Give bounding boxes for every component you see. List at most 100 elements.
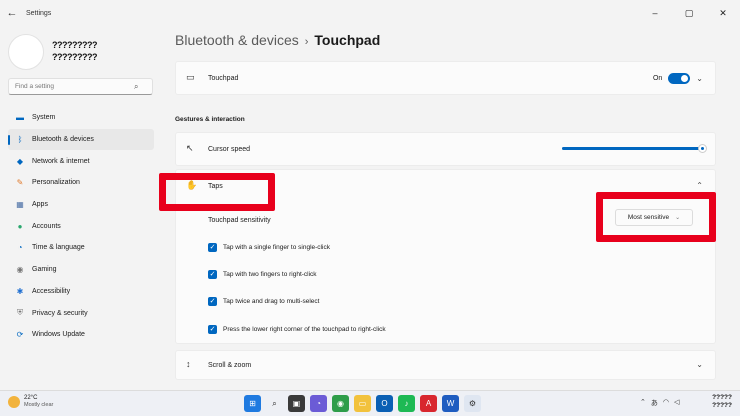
weather-temp: 22°C: [24, 395, 38, 401]
wifi-tray-icon[interactable]: ◠: [663, 398, 669, 408]
search-icon[interactable]: ⌕: [134, 82, 138, 92]
search-box: ⌕: [8, 78, 153, 95]
sensitivity-label: Touchpad sensitivity: [208, 217, 271, 224]
chat-icon[interactable]: ◔: [310, 395, 327, 412]
weather-widget[interactable]: 22°C Mostly clear: [8, 395, 53, 409]
toggle-state-label: On: [652, 75, 663, 82]
start-icon[interactable]: ⊞: [244, 395, 261, 412]
scroll-zoom-card[interactable]: ↕ Scroll & zoom ⌄: [175, 350, 716, 380]
weather-condition: Mostly clear: [24, 402, 54, 408]
touchpad-toggle[interactable]: [668, 73, 691, 84]
chevron-down-icon[interactable]: ⌄: [696, 74, 703, 83]
sidebar-item-windows-update[interactable]: ⟳ Windows Update: [8, 324, 154, 346]
outlook-icon[interactable]: O: [376, 395, 393, 412]
cursor-speed-label: Cursor speed: [208, 146, 251, 153]
chrome-icon[interactable]: ◉: [332, 395, 349, 412]
taskbar: 22°C Mostly clear ⊞ ⌕ ▣ ◔ ◉ ▭ O ♪ A W ⚙ …: [0, 390, 740, 416]
brush-icon: ✎: [16, 178, 24, 188]
back-arrow-icon: ←: [6, 7, 18, 19]
close-button[interactable]: ✕: [706, 0, 740, 26]
profile-name: ????????? ?????????: [52, 39, 97, 63]
volume-icon[interactable]: ◁: [674, 398, 679, 408]
weather-moon-icon: [8, 396, 20, 408]
touchpad-label: Touchpad: [208, 75, 239, 82]
breadcrumb-separator-icon: ›: [304, 36, 309, 48]
system-icon: ▬: [16, 113, 24, 123]
apps-icon: ▦: [16, 200, 24, 210]
sidebar-item-label: Accessibility: [32, 287, 71, 295]
sidebar-item-label: Apps: [32, 201, 48, 209]
sidebar-item-label: Privacy & security: [32, 309, 88, 317]
sidebar-item-label: Time & language: [32, 244, 85, 252]
clock-date: ?????: [712, 402, 732, 409]
cursor-speed-slider[interactable]: [562, 144, 707, 153]
option-tap-drag[interactable]: ✓ Tap twice and drag to multi-select: [208, 297, 319, 306]
spotify-icon[interactable]: ♪: [398, 395, 415, 412]
sidebar-item-bluetooth-devices[interactable]: ᛒ Bluetooth & devices: [8, 128, 154, 151]
scroll-icon: ↕: [186, 359, 191, 369]
sidebar-item-system[interactable]: ▬ System: [8, 107, 154, 129]
option-label: Press the lower right corner of the touc…: [223, 326, 386, 333]
option-label: Tap with two fingers to right-click: [223, 271, 317, 278]
sidebar-item-gaming[interactable]: ◉ Gaming: [8, 259, 154, 281]
acrobat-icon[interactable]: A: [420, 395, 437, 412]
option-two-fingers[interactable]: ✓ Tap with two fingers to right-click: [208, 270, 317, 279]
sidebar-item-label: Personalization: [32, 179, 80, 187]
search-icon[interactable]: ⌕: [266, 395, 283, 412]
sidebar-item-time-language[interactable]: ◔ Time & language: [8, 237, 154, 259]
option-label: Tap with a single finger to single-click: [223, 244, 330, 251]
cursor-icon: ↖: [186, 143, 194, 153]
sidebar-item-accessibility[interactable]: ✱ Accessibility: [8, 281, 154, 303]
checkbox-checked[interactable]: ✓: [208, 243, 217, 252]
checkbox-checked[interactable]: ✓: [208, 297, 217, 306]
tray-chevron-icon[interactable]: ⌃: [640, 398, 646, 408]
taskbar-apps: ⊞ ⌕ ▣ ◔ ◉ ▭ O ♪ A W ⚙: [244, 395, 481, 412]
gaming-icon: ◉: [16, 265, 24, 275]
profile-name-line1: ?????????: [52, 40, 97, 50]
checkbox-checked[interactable]: ✓: [208, 325, 217, 334]
back-button[interactable]: ←: [0, 0, 24, 26]
sidebar-item-apps[interactable]: ▦ Apps: [8, 194, 154, 216]
sidebar-item-label: Accounts: [32, 222, 61, 230]
file-explorer-icon[interactable]: ▭: [354, 395, 371, 412]
window-title: Settings: [26, 9, 52, 17]
sensitivity-highlight-box: [596, 192, 716, 242]
task-view-icon[interactable]: ▣: [288, 395, 305, 412]
minimize-button[interactable]: –: [638, 0, 672, 26]
word-icon[interactable]: W: [442, 395, 459, 412]
language-icon[interactable]: あ: [651, 398, 658, 408]
update-icon: ⟳: [16, 330, 24, 340]
sidebar-item-network-internet[interactable]: ◆ Network & internet: [8, 150, 154, 172]
sidebar-item-label: Network & internet: [32, 157, 90, 165]
taskbar-clock[interactable]: ????? ?????: [712, 394, 732, 410]
breadcrumb-parent[interactable]: Bluetooth & devices: [175, 32, 299, 48]
settings-gear-icon[interactable]: ⚙: [464, 395, 481, 412]
chevron-up-icon[interactable]: ⌃: [696, 181, 703, 190]
chevron-down-icon[interactable]: ⌄: [696, 360, 703, 369]
touchpad-toggle-group: On ⌄: [653, 73, 703, 84]
touchpad-icon: ▭: [186, 72, 195, 82]
breadcrumb: Bluetooth & devices › Touchpad: [175, 32, 380, 48]
sidebar-item-accounts[interactable]: ● Accounts: [8, 215, 154, 237]
search-input[interactable]: [9, 83, 134, 90]
close-icon: ✕: [719, 7, 727, 18]
slider-thumb[interactable]: [697, 144, 707, 153]
clock-icon: ◔: [17, 243, 23, 253]
option-single-finger[interactable]: ✓ Tap with a single finger to single-cli…: [208, 243, 330, 252]
profile-name-line2: ?????????: [52, 52, 97, 62]
sidebar-item-personalization[interactable]: ✎ Personalization: [8, 172, 154, 194]
system-tray: ⌃ あ ◠ ◁: [640, 398, 679, 408]
touchpad-card[interactable]: ▭ Touchpad On ⌄: [175, 61, 716, 95]
option-lower-right-corner[interactable]: ✓ Press the lower right corner of the to…: [208, 325, 386, 334]
minimize-icon: –: [652, 8, 658, 18]
sidebar-item-privacy-security[interactable]: ⛨ Privacy & security: [8, 302, 154, 324]
maximize-icon: ▢: [684, 7, 694, 18]
checkbox-checked[interactable]: ✓: [208, 270, 217, 279]
user-profile[interactable]: ????????? ?????????: [8, 30, 158, 74]
section-heading: Gestures & interaction: [175, 116, 245, 123]
avatar: [8, 34, 44, 70]
maximize-button[interactable]: ▢: [672, 0, 706, 26]
page-title: Touchpad: [314, 32, 381, 48]
sidebar-item-label: Gaming: [32, 266, 57, 274]
taps-highlight-box: [159, 173, 275, 211]
